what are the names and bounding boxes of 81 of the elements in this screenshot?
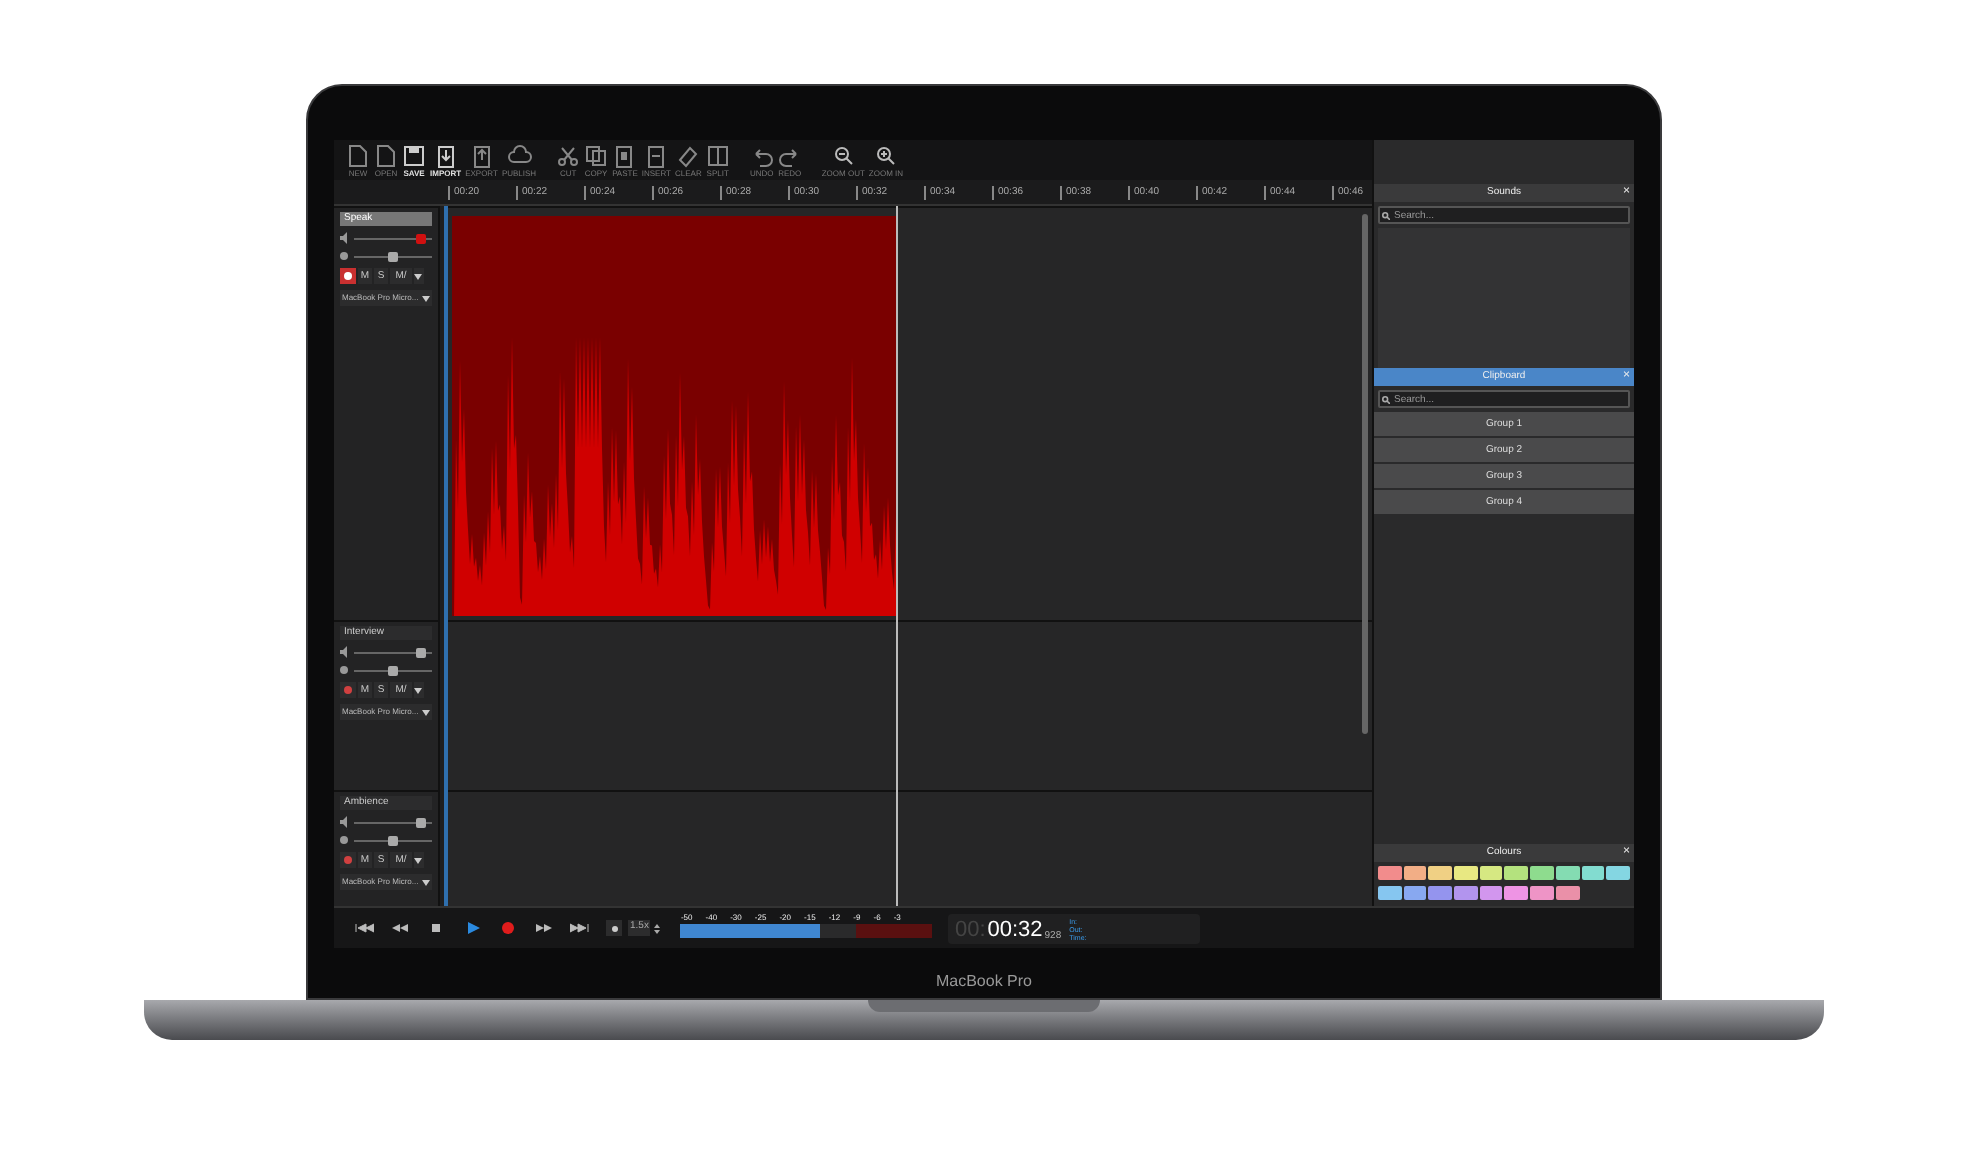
timecode: 00:32	[987, 915, 1043, 943]
undo-icon	[749, 144, 774, 168]
colour-swatch[interactable]	[1428, 866, 1453, 880]
caret-icon	[422, 709, 430, 715]
colour-swatch[interactable]	[1428, 885, 1453, 899]
scissors-icon	[556, 144, 581, 168]
split-icon	[705, 144, 730, 168]
record-arm-button[interactable]	[340, 268, 356, 284]
colour-swatch[interactable]	[1530, 885, 1554, 899]
record-icon	[344, 686, 352, 694]
transport-button[interactable]	[390, 920, 410, 936]
fast-forward-icon	[534, 922, 554, 934]
caret-icon	[422, 879, 430, 885]
skip-forward-icon	[570, 922, 590, 934]
colour-swatch[interactable]	[1606, 866, 1630, 880]
loop-button[interactable]	[606, 920, 622, 936]
colour-swatch[interactable]	[1555, 866, 1580, 880]
speaker-icon	[340, 646, 348, 658]
cloud-upload-icon	[507, 144, 531, 168]
caret-icon	[414, 687, 422, 693]
slider-thumb[interactable]	[388, 665, 398, 675]
dropdown-button[interactable]	[414, 268, 424, 284]
colour-swatch[interactable]	[1403, 885, 1427, 899]
transport-button[interactable]	[534, 920, 554, 936]
slider-thumb[interactable]	[415, 817, 426, 827]
pan-icon	[340, 834, 348, 846]
record-icon	[498, 922, 518, 934]
copy-icon	[584, 144, 609, 168]
slider-thumb[interactable]	[388, 251, 398, 261]
export-icon	[469, 144, 494, 168]
skip-back-icon	[354, 922, 374, 934]
transport-button[interactable]	[354, 920, 374, 936]
colour-swatch[interactable]	[1454, 885, 1478, 899]
scrollbar[interactable]	[1362, 214, 1368, 734]
record-icon	[344, 272, 352, 280]
document-icon	[374, 144, 398, 168]
record-icon	[344, 856, 352, 864]
slider-thumb[interactable]	[415, 647, 426, 657]
transport-button[interactable]	[462, 920, 482, 936]
rewind-icon	[390, 922, 410, 934]
eraser-icon	[676, 144, 701, 168]
caret-icon	[414, 273, 422, 279]
caret-icon	[414, 857, 422, 863]
colour-swatch[interactable]	[1479, 866, 1503, 880]
transport-button[interactable]	[426, 920, 446, 936]
zoom-in-icon	[873, 144, 898, 168]
search-icon	[1382, 395, 1390, 403]
colour-swatch[interactable]	[1530, 866, 1554, 880]
speaker-icon	[340, 232, 348, 244]
record-arm-button[interactable]	[340, 852, 356, 868]
pan-icon	[340, 664, 348, 676]
stop-icon	[426, 922, 446, 934]
colour-swatch[interactable]	[1581, 866, 1605, 880]
colour-swatch[interactable]	[1378, 866, 1402, 880]
search-icon	[1382, 211, 1390, 219]
import-icon	[433, 144, 458, 168]
meter-clip-zone	[856, 924, 933, 938]
play-icon	[462, 922, 482, 934]
slider-thumb[interactable]	[388, 835, 398, 845]
dropdown-button[interactable]	[414, 682, 424, 698]
colour-swatch[interactable]	[1555, 885, 1580, 899]
colour-swatch[interactable]	[1378, 885, 1402, 899]
record-arm-button[interactable]	[340, 682, 356, 698]
redo-icon	[777, 144, 802, 168]
pan-icon	[340, 250, 348, 262]
zoom-out-icon	[831, 144, 856, 168]
colour-swatch[interactable]	[1403, 866, 1427, 880]
colour-swatch[interactable]	[1504, 885, 1529, 899]
transport-button[interactable]	[570, 920, 590, 936]
dot-icon	[611, 925, 617, 931]
caret-icon	[422, 295, 430, 301]
slider-thumb[interactable]	[415, 233, 426, 243]
insert-icon	[644, 144, 669, 168]
colour-swatch[interactable]	[1454, 866, 1478, 880]
clipboard-icon	[612, 144, 637, 168]
document-icon	[346, 144, 370, 168]
device-label: MacBook Pro	[935, 970, 1033, 994]
dropdown-button[interactable]	[414, 852, 424, 868]
colour-swatch[interactable]	[1479, 885, 1503, 899]
speaker-icon	[340, 816, 348, 828]
colour-swatch[interactable]	[1504, 866, 1529, 880]
